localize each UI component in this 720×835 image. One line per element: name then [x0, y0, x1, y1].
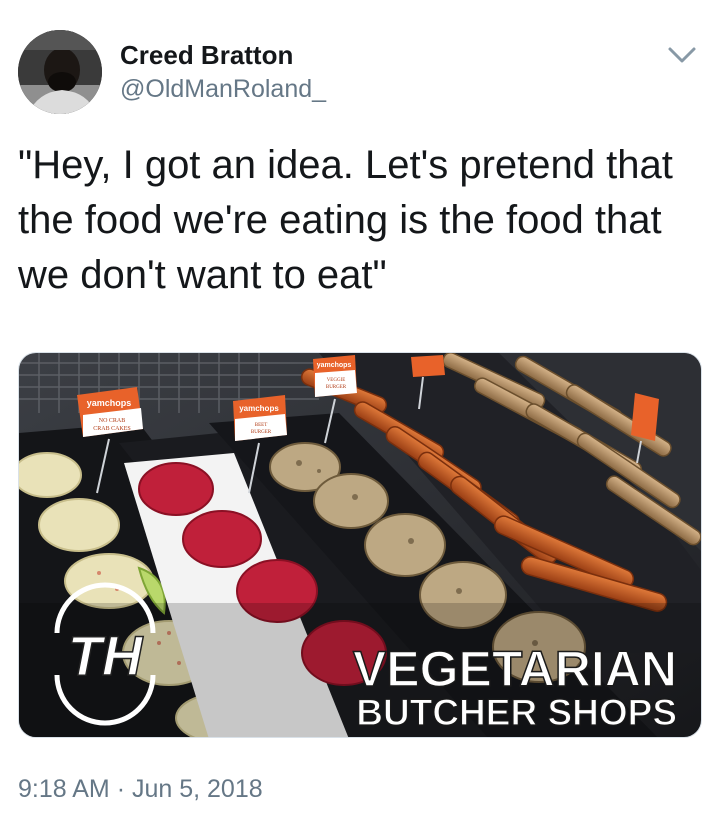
svg-text:TH: TH [68, 624, 144, 687]
author-handle[interactable]: @OldManRoland_ [120, 75, 326, 104]
tweet-time[interactable]: 9:18 AM [18, 775, 110, 803]
price-tag-brand: yamchops [239, 404, 279, 413]
price-tag-line1: NO CRAB [99, 418, 126, 424]
price-tag-brand: yamchops [87, 398, 132, 408]
author-name[interactable]: Creed Bratton [120, 40, 293, 71]
media-headline-line1: VEGETARIAN [353, 641, 677, 697]
chevron-down-icon[interactable] [664, 40, 700, 70]
price-tag-line1: VEGGIE [327, 378, 346, 383]
price-tag-brand: yamchops [317, 362, 352, 369]
tweet-text: "Hey, I got an idea. Let's pretend that … [18, 143, 673, 297]
price-tag-line2: CRAB CAKES [93, 426, 131, 432]
food-display-photo: yamchops NO CRAB CRAB CAKES yamchops BEE… [19, 353, 701, 737]
price-tag-line2: BURGER [251, 430, 272, 435]
avatar-image [18, 30, 102, 114]
tweet-timestamp[interactable]: 9:18 AM · Jun 5, 2018 [18, 775, 263, 804]
media-headline-line2: BUTCHER SHOPS [356, 692, 677, 733]
price-tag-line1: BEET [255, 423, 268, 428]
timestamp-separator: · [116, 775, 126, 803]
avatar[interactable] [18, 30, 102, 114]
price-tag-line2: BURGER [326, 385, 347, 390]
tweet-date[interactable]: Jun 5, 2018 [132, 775, 263, 803]
tweet-media-image[interactable]: yamchops NO CRAB CRAB CAKES yamchops BEE… [18, 352, 702, 738]
